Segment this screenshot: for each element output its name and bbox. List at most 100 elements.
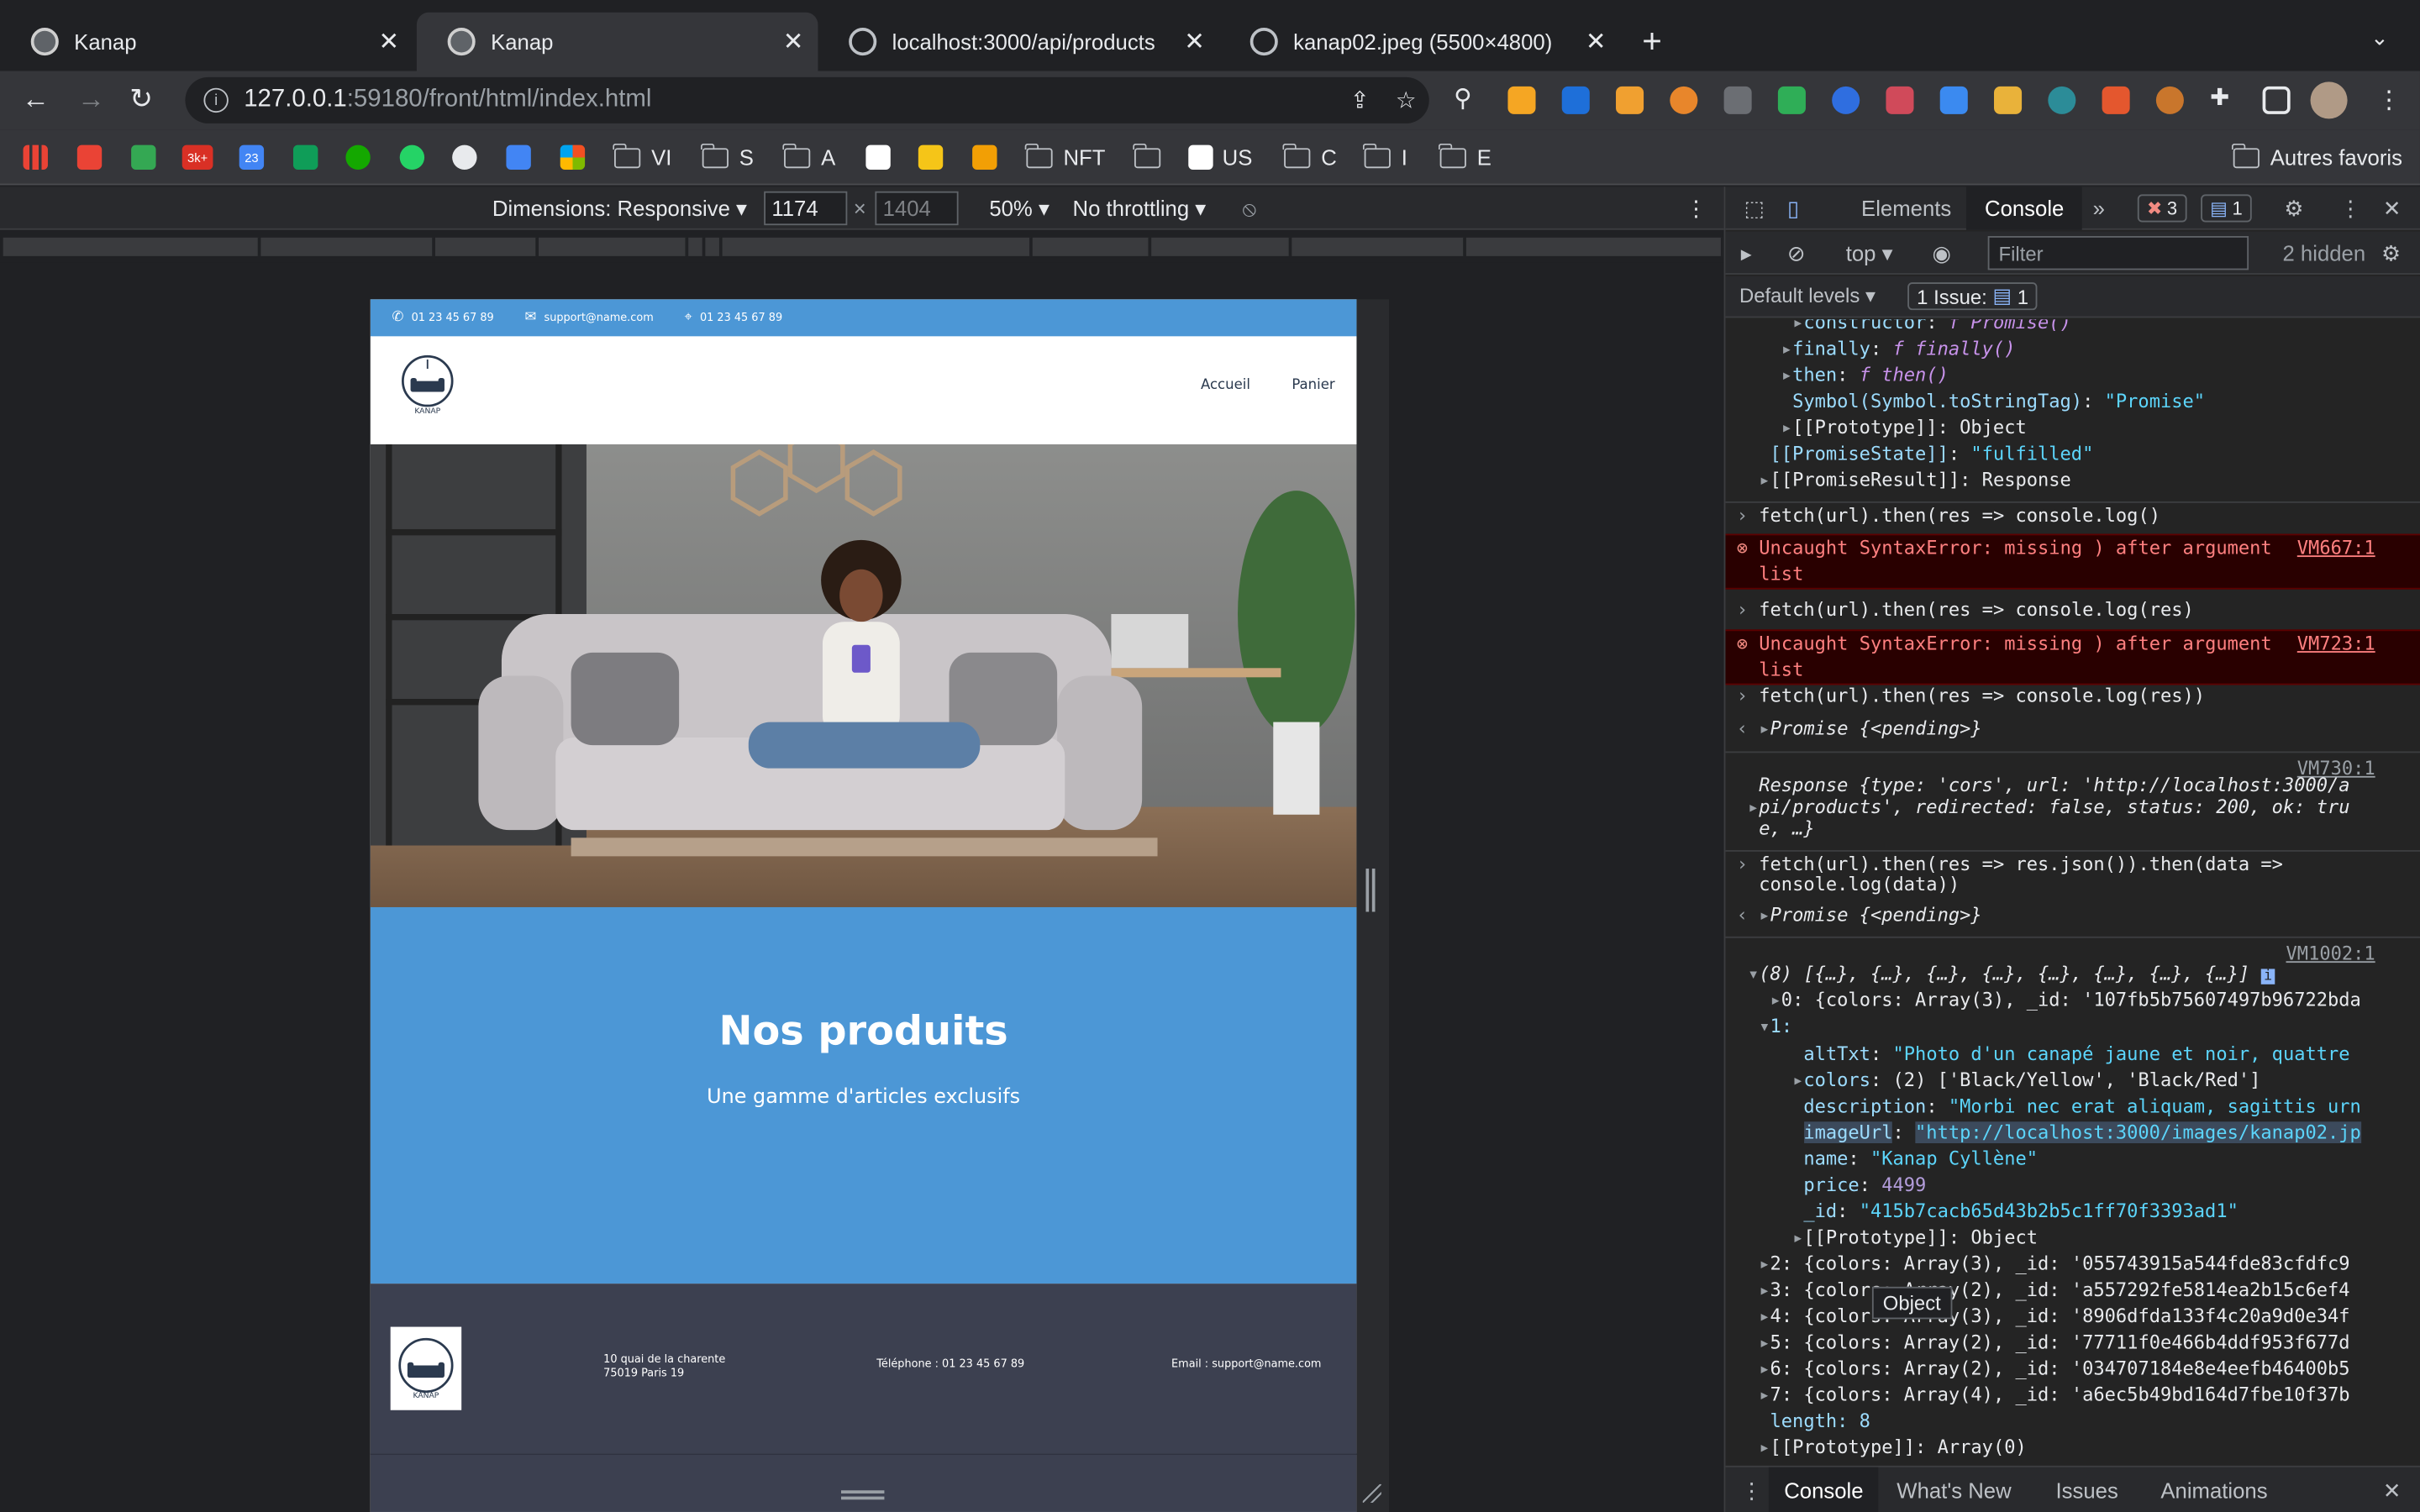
gear-icon[interactable]: ⚙: [2284, 196, 2303, 222]
more-vert-icon[interactable]: ⋮: [2339, 196, 2361, 222]
address-bar[interactable]: i 127.0.0.1:59180/front/html/index.html …: [185, 76, 1429, 123]
bookmark-folder[interactable]: [1133, 142, 1171, 171]
browser-tab-4[interactable]: kanap02.jpeg (5500×4800) ✕: [1219, 13, 1621, 71]
levels-select[interactable]: Default levels ▾: [1739, 284, 1876, 308]
issues-button[interactable]: 1 Issue: ▤ 1: [1907, 282, 2039, 311]
share-icon[interactable]: ⇪: [1337, 87, 1383, 114]
close-icon[interactable]: ✕: [2383, 1478, 2402, 1504]
amazon-icon[interactable]: [865, 144, 899, 171]
github-icon[interactable]: [452, 144, 486, 171]
bookmark-folder-a[interactable]: A: [782, 142, 835, 171]
resize-handle-corner[interactable]: [1362, 1483, 1381, 1503]
more-vert-icon[interactable]: ⋮: [1686, 196, 1707, 222]
rotate-icon[interactable]: ⦸: [1243, 196, 1257, 222]
bookmark-folder-vi[interactable]: VI: [613, 142, 671, 171]
chevron-down-icon[interactable]: ⌄: [2370, 24, 2389, 50]
bookmark-icon[interactable]: [918, 144, 952, 171]
console-array-line[interactable]: ▾(8) [{…}, {…}, {…}, {…}, {…}, {…}, {…},…: [1725, 961, 2420, 990]
drive-icon[interactable]: [131, 144, 165, 171]
url-text[interactable]: 127.0.0.1:59180/front/html/index.html: [244, 87, 1336, 114]
nav-panier[interactable]: Panier: [1292, 378, 1334, 393]
gear-icon[interactable]: ⚙: [2381, 241, 2401, 267]
bookmark-icon[interactable]: [972, 144, 1006, 171]
error-source-link[interactable]: VM667:1: [2297, 535, 2375, 561]
gmail-icon[interactable]: [76, 144, 111, 171]
browser-tab-2[interactable]: Kanap ✕: [416, 12, 818, 71]
sidebar-toggle-icon[interactable]: ▸: [1741, 241, 1752, 267]
console-output[interactable]: ▸constructor: f Promise() ▸finally: f fi…: [1725, 319, 2420, 1461]
width-input[interactable]: 1174: [764, 191, 848, 226]
extension-icon[interactable]: [1832, 86, 1860, 114]
dimensions-select[interactable]: Dimensions: Responsive ▾: [492, 196, 747, 222]
whatsapp-icon[interactable]: [399, 144, 434, 171]
close-tab-icon[interactable]: ✕: [1179, 26, 1210, 57]
bookmark-folder-s[interactable]: S: [701, 142, 754, 171]
drawer-tab-console[interactable]: Console: [1768, 1467, 1879, 1512]
avatar[interactable]: [2310, 81, 2348, 119]
clear-console-icon[interactable]: ⊘: [1787, 241, 1806, 267]
calendar-icon[interactable]: 23: [239, 144, 273, 171]
extension-icon[interactable]: [2048, 86, 2076, 114]
close-tab-icon[interactable]: ✕: [778, 26, 809, 57]
zoom-select[interactable]: 50% ▾: [989, 196, 1050, 222]
nav-accueil[interactable]: Accueil: [1201, 378, 1250, 393]
resize-handle-bottom[interactable]: [841, 1490, 885, 1500]
extension-icon[interactable]: [1561, 86, 1590, 114]
star-icon[interactable]: ☆: [1383, 87, 1429, 114]
filter-input[interactable]: Filter: [1987, 236, 2249, 270]
error-count-badge[interactable]: ✖ 3: [2137, 194, 2187, 223]
console-array-item[interactable]: ▾1:: [1725, 1014, 2420, 1040]
mail-extension-icon[interactable]: [1723, 86, 1752, 114]
bookmark-folder-e[interactable]: E: [1439, 142, 1491, 171]
bookmark-folder-i[interactable]: I: [1363, 142, 1407, 171]
console-array-item[interactable]: ▸4: {colors: Array(3), _id: '8906dfda133…: [1725, 1304, 2420, 1330]
more-vert-icon[interactable]: ⋮: [2377, 85, 2402, 116]
star-extension-icon[interactable]: [1616, 86, 1644, 114]
extension-icon[interactable]: [1886, 86, 1914, 114]
more-vert-icon[interactable]: ⋮: [1741, 1478, 1763, 1504]
browser-tab-3[interactable]: localhost:3000/api/products ✕: [818, 13, 1219, 71]
reload-icon[interactable]: ↻: [129, 83, 153, 116]
close-tab-icon[interactable]: ✕: [373, 26, 404, 57]
js-extension-icon[interactable]: [1507, 86, 1536, 114]
site-info-icon[interactable]: i: [203, 87, 229, 113]
translate-icon[interactable]: [506, 144, 539, 171]
kanap-logo[interactable]: KANAP: [398, 354, 457, 419]
drawer-tab-animations[interactable]: Animations: [2160, 1478, 2267, 1503]
inspect-icon[interactable]: ⬚: [1744, 196, 1764, 222]
console-array-item[interactable]: ▸2: {colors: Array(3), _id: '055743915a5…: [1725, 1252, 2420, 1278]
close-tab-icon[interactable]: ✕: [1581, 26, 1612, 57]
zoom-search-icon[interactable]: ⚲: [1454, 83, 1481, 113]
drawer-tab-issues[interactable]: Issues: [2055, 1478, 2118, 1503]
sheets-icon[interactable]: [292, 144, 327, 171]
tab-console[interactable]: Console: [1965, 186, 2083, 230]
height-input[interactable]: 1404: [875, 191, 959, 226]
zoom-extension-icon[interactable]: [1939, 86, 1968, 114]
extension-icon[interactable]: [1994, 86, 2023, 114]
puzzle-icon[interactable]: ✚: [2210, 83, 2238, 111]
star-green-extension-icon[interactable]: [1777, 86, 1806, 114]
error-source-link[interactable]: VM723:1: [2297, 631, 2375, 657]
console-array-item[interactable]: ▸0: {colors: Array(3), _id: '107fb5b7560…: [1725, 987, 2420, 1013]
badge-bookmark[interactable]: 3k+: [182, 144, 223, 171]
bookmark-amazon-us[interactable]: US: [1188, 144, 1252, 171]
console-array-item[interactable]: ▸5: {colors: Array(2), _id: '77711f0e466…: [1725, 1330, 2420, 1356]
side-panel-icon[interactable]: [2262, 86, 2291, 114]
tab-elements[interactable]: Elements: [1861, 196, 1951, 220]
other-bookmarks[interactable]: Autres favoris: [2232, 142, 2402, 171]
back-icon[interactable]: ←: [22, 83, 50, 116]
upwork-icon[interactable]: [345, 144, 379, 171]
new-tab-icon[interactable]: +: [1642, 22, 1662, 62]
throttling-select[interactable]: No throttling ▾: [1073, 196, 1207, 222]
console-array-item[interactable]: ▸6: {colors: Array(2), _id: '034707184e8…: [1725, 1356, 2420, 1382]
close-icon[interactable]: ✕: [2383, 196, 2402, 222]
drawer-tab-whats-new[interactable]: What's New: [1897, 1478, 2011, 1503]
context-select[interactable]: top ▾: [1846, 241, 1893, 267]
device-toggle-icon[interactable]: ▯: [1787, 196, 1799, 222]
microsoft-icon[interactable]: [560, 144, 594, 171]
extension-icon[interactable]: [2155, 86, 2184, 114]
extension-icon[interactable]: [1670, 86, 1698, 114]
bookmark-folder-nft[interactable]: NFT: [1025, 142, 1105, 171]
extension-icon[interactable]: [2102, 86, 2130, 114]
bookmark-folder-c[interactable]: C: [1283, 142, 1337, 171]
